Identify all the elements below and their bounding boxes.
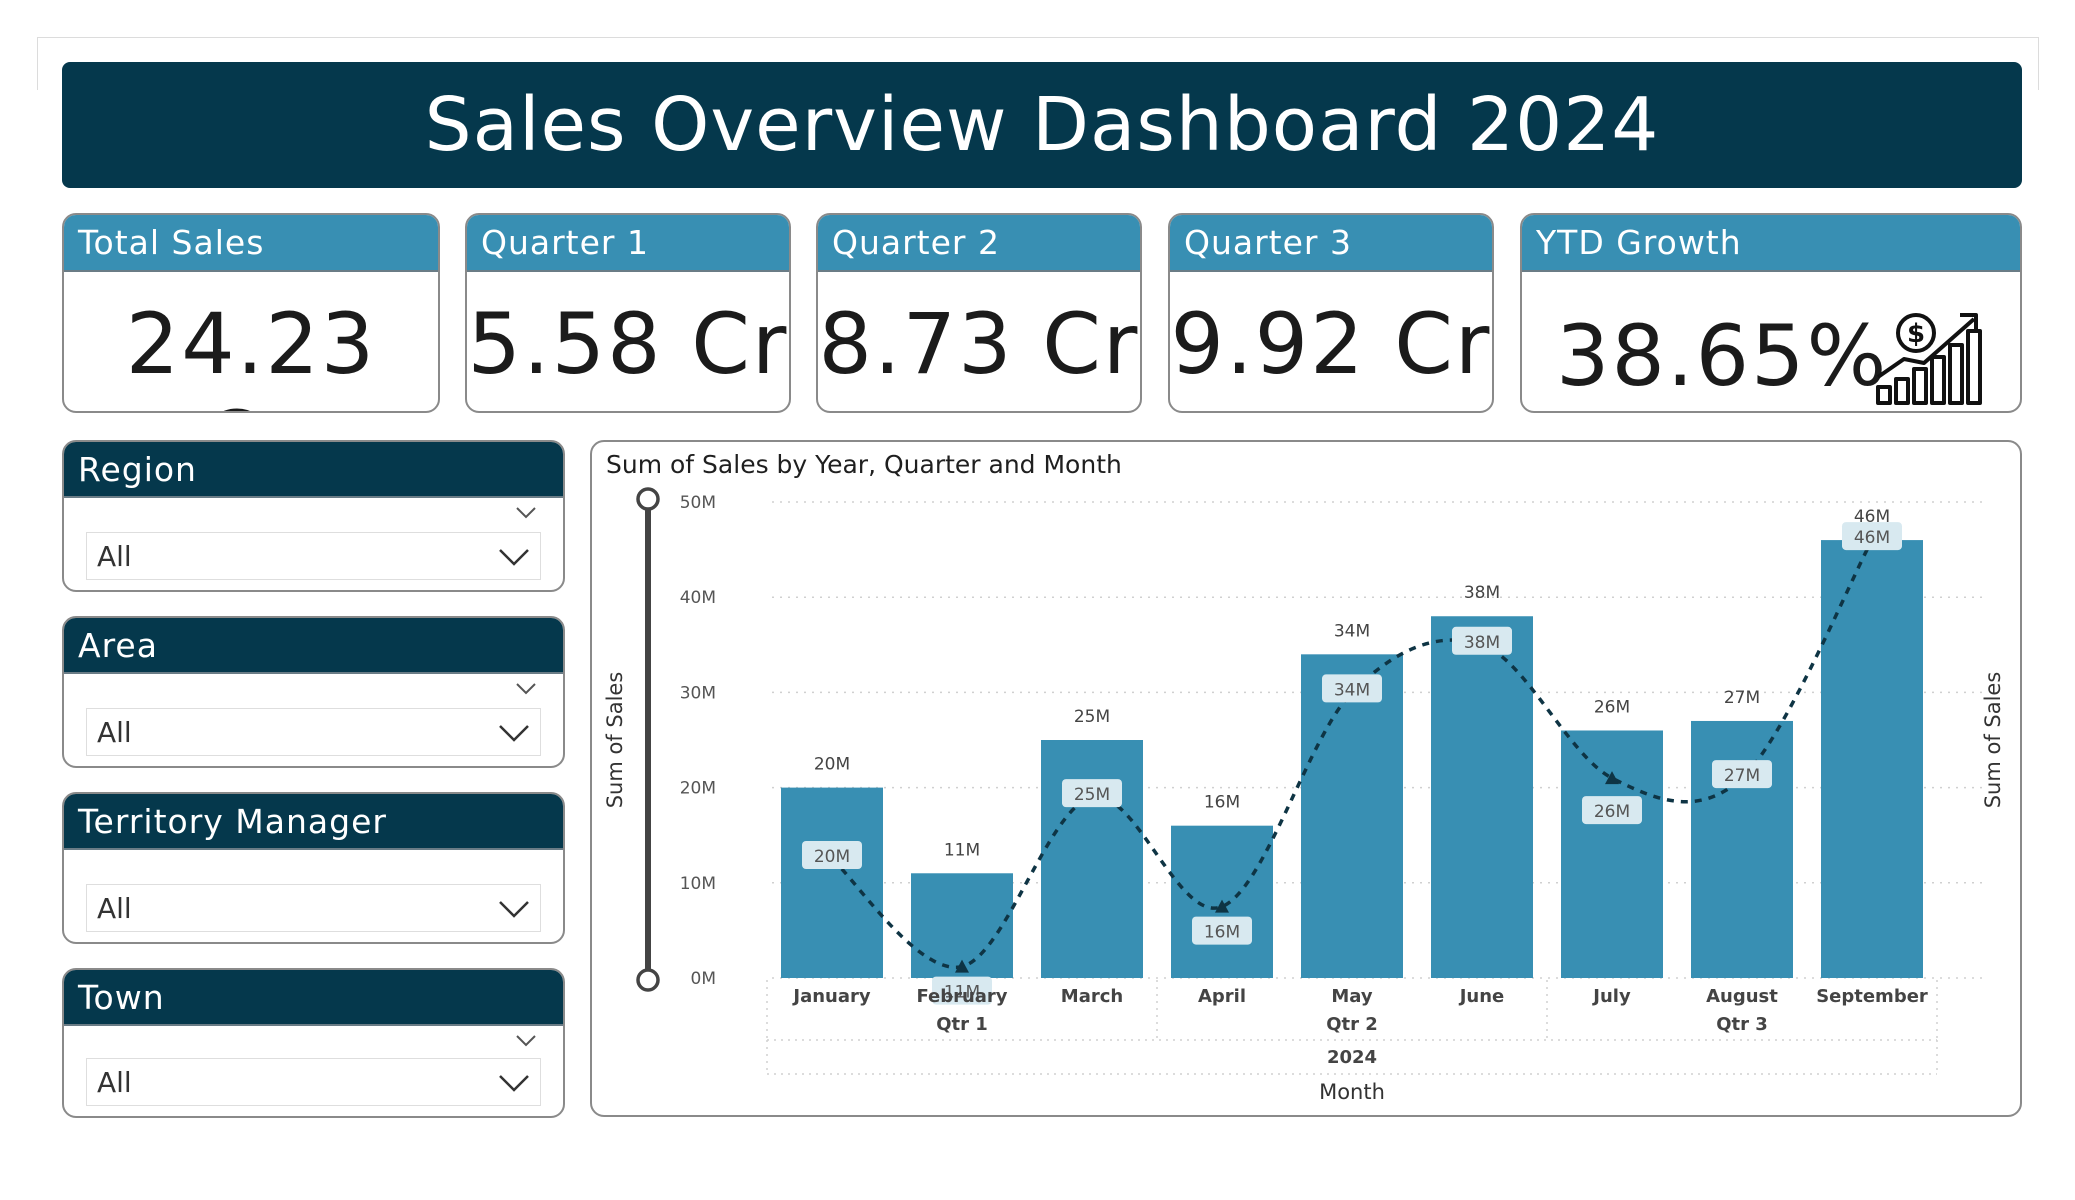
kpi-value: 9.92 Cr [1170,295,1492,393]
kpi-label: Total Sales [64,215,438,272]
line-data-label: 26M [1594,802,1630,822]
chevron-down-icon[interactable] [515,1034,537,1048]
sales-by-month-chart: 0M 10M 20M 30M 40M 50M Sum of Sales Sum of Sale… [603,487,2005,1104]
slicer-territory-manager[interactable]: Territory Manager All [62,792,565,944]
bar-data-label: 38M [1464,583,1500,603]
x-tick-label: April [1198,986,1246,1007]
x-tick-label: June [1458,986,1505,1007]
bar-data-label: 34M [1334,621,1370,641]
bar-july [1561,730,1663,978]
slicer-label: Town [64,970,563,1026]
x-axis-title: Month [1319,1080,1385,1104]
dropdown-value: All [97,539,132,573]
kpi-value: 8.73 Cr [818,295,1140,393]
zoom-slider-handle-top [636,487,660,511]
territory-manager-dropdown[interactable]: All [86,884,541,932]
slicer-town[interactable]: Town All [62,968,565,1118]
x-tick-label: July [1591,986,1631,1007]
y-tick-label: 10M [680,874,716,894]
kpi-label: YTD Growth [1522,215,2020,272]
kpi-card-quarter-1: Quarter 1 5.58 Cr [465,213,791,413]
chevron-down-icon[interactable] [515,506,537,520]
chart-title: Sum of Sales by Year, Quarter and Month [606,450,1122,479]
x-tick-label: September [1816,986,1928,1007]
sales-chart-card: 0M 10M 20M 30M 40M 50M Sum of Sales Sum of Sale… [590,440,2022,1117]
line-data-label: 46M [1854,528,1890,548]
dropdown-value: All [97,891,132,925]
slicer-region[interactable]: Region All [62,440,565,592]
bar-august [1691,720,1793,978]
bar-data-label: 16M [1204,793,1240,813]
chevron-down-icon[interactable] [515,682,537,696]
kpi-card-quarter-2: Quarter 2 8.73 Cr [816,213,1142,413]
kpi-value: 5.58 Cr [467,295,789,393]
line-data-label: 16M [1204,923,1240,943]
x-tick-label: August [1706,986,1778,1007]
y-tick-label: 0M [691,969,716,989]
bar-data-label: 27M [1724,688,1760,708]
kpi-card-ytd-growth: YTD Growth 38.65% $ [1520,213,2022,413]
bar-data-label: 25M [1074,707,1110,727]
kpi-label: Quarter 1 [467,215,789,272]
kpi-label: Quarter 2 [818,215,1140,272]
y-tick-label: 30M [680,683,716,703]
y-axis-title-secondary: Sum of Sales [1981,672,2005,809]
dashboard-title: Sales Overview Dashboard 2024 [62,62,2022,188]
kpi-card-quarter-3: Quarter 3 9.92 Cr [1168,213,1494,413]
y-axis-title: Sum of Sales [603,672,627,809]
quarter-label: Qtr 2 [1326,1014,1378,1035]
year-label: 2024 [1327,1047,1377,1068]
zoom-slider-handle-bottom [636,968,660,992]
region-dropdown[interactable]: All [86,532,541,580]
chevron-down-icon[interactable] [498,723,530,743]
dropdown-value: All [97,1065,132,1099]
town-dropdown[interactable]: All [86,1058,541,1106]
y-tick-label: 20M [680,779,716,799]
line-data-label: 38M [1464,633,1500,653]
slicer-label: Territory Manager [64,794,563,850]
bar-march [1041,740,1143,978]
bar-data-label: 11M [944,840,980,860]
chevron-down-icon[interactable] [498,547,530,567]
line-data-label: 27M [1724,766,1760,786]
chevron-down-icon[interactable] [498,899,530,919]
line-data-label: 25M [1074,785,1110,805]
chevron-down-icon[interactable] [498,1073,530,1093]
dropdown-value: All [97,715,132,749]
y-tick-label: 50M [680,493,716,513]
bar-september [1821,540,1923,978]
slicer-area[interactable]: Area All [62,616,565,768]
bar-january [781,787,883,978]
x-tick-label: March [1061,986,1123,1007]
dashboard-title-text: Sales Overview Dashboard 2024 [424,82,1660,168]
line-data-label: 20M [814,847,850,867]
quarter-label: Qtr 1 [936,1014,988,1035]
y-tick-label: 40M [680,588,716,608]
line-data-label: 34M [1334,680,1370,700]
kpi-card-total-sales: Total Sales 24.23 Cr [62,213,440,413]
area-dropdown[interactable]: All [86,708,541,756]
bar-data-label: 26M [1594,697,1630,717]
slicer-label: Area [64,618,563,674]
x-tick-label: February [916,986,1007,1007]
growth-chart-dollar-icon: $ [1876,313,1982,405]
quarter-label: Qtr 3 [1716,1014,1768,1035]
bar-data-label: 20M [814,755,850,775]
kpi-label: Quarter 3 [1170,215,1492,272]
slicer-label: Region [64,442,563,498]
kpi-value: 24.23 Cr [125,295,377,411]
bar-may [1301,654,1403,978]
x-tick-label: January [791,986,870,1007]
svg-text:$: $ [1907,319,1925,349]
x-tick-label: May [1331,986,1373,1007]
